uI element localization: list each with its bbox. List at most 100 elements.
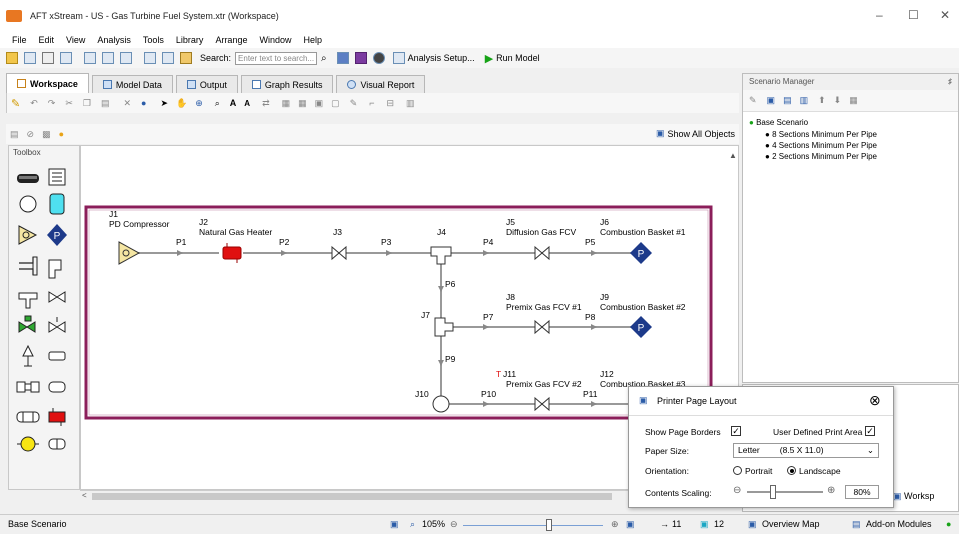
junction-j9-pump[interactable]: P xyxy=(630,316,652,338)
pipe-tool-icon[interactable] xyxy=(17,174,39,183)
scenario-child-item[interactable]: ● 8 Sections Minimum Per Pipe xyxy=(765,130,877,139)
scaling-value-field[interactable]: 80% xyxy=(845,485,879,499)
menu-help[interactable]: Help xyxy=(303,35,322,45)
reverse-icon[interactable]: ⇄ xyxy=(262,98,270,109)
tee-tool-icon[interactable] xyxy=(18,292,38,309)
volume-tool-icon[interactable] xyxy=(19,195,37,213)
area-change-tool-icon[interactable] xyxy=(16,381,40,393)
scenario-tree-icon[interactable]: ▣ xyxy=(767,95,776,106)
scaling-slider-thumb[interactable] xyxy=(770,485,776,499)
menu-arrange[interactable]: Arrange xyxy=(215,35,247,45)
filter-icon[interactable]: ⊘ xyxy=(27,129,35,140)
undo-icon[interactable]: ↶ xyxy=(30,98,38,109)
spray-tool-icon[interactable] xyxy=(16,411,40,423)
zoom-in-status-icon[interactable]: ⊕ xyxy=(611,519,619,530)
addon-modules-button[interactable]: Add-on Modules xyxy=(866,519,932,529)
cut-icon[interactable]: ✂ xyxy=(65,98,73,109)
pointer-icon[interactable]: ➤ xyxy=(160,98,168,109)
tab-model-data[interactable]: Model Data xyxy=(91,75,173,93)
arrange-icon[interactable]: ▥ xyxy=(406,98,415,109)
search-input[interactable]: Enter text to search... xyxy=(235,51,318,65)
magnifier-icon[interactable]: ⌕ xyxy=(410,519,415,530)
screen-tool-icon[interactable] xyxy=(48,438,66,450)
show-page-borders-checkbox[interactable]: ✓ xyxy=(731,426,741,436)
menu-tools[interactable]: Tools xyxy=(143,35,164,45)
open-folder-icon[interactable] xyxy=(6,52,18,64)
copy-icon[interactable]: ❐ xyxy=(83,98,91,109)
save-icon[interactable] xyxy=(24,52,36,64)
addon-icon[interactable]: ▤ xyxy=(852,519,861,530)
show-all-objects-button[interactable]: ▣ Show All Objects xyxy=(656,128,735,139)
search-icon[interactable]: ⌕ xyxy=(321,53,327,64)
zoom-slider-thumb[interactable] xyxy=(546,519,552,531)
scenario-props-icon[interactable]: ▥ xyxy=(800,95,809,106)
menu-edit[interactable]: Edit xyxy=(39,35,55,45)
copy-model-icon[interactable] xyxy=(60,52,72,64)
control-valve-tool-icon[interactable] xyxy=(18,315,36,333)
junction-j11-valve[interactable] xyxy=(534,396,550,412)
grid-hash-icon[interactable] xyxy=(354,52,367,64)
lightbulb-icon[interactable]: ● xyxy=(59,129,64,139)
zoom-in-icon[interactable]: ⊕ xyxy=(827,485,835,496)
minimize-button[interactable]: – xyxy=(876,8,883,22)
tab-workspace[interactable]: Workspace xyxy=(6,73,89,93)
scroll-left-icon[interactable]: < xyxy=(82,491,87,500)
heat-exchanger-tool-icon[interactable] xyxy=(48,408,66,426)
pin-icon[interactable]: ♯ xyxy=(948,74,952,90)
tab-graph-results[interactable]: Graph Results xyxy=(240,75,334,93)
paper-size-select[interactable]: Letter (8.5 X 11.0) ⌄ xyxy=(733,443,879,458)
run-model-button[interactable]: Run Model xyxy=(496,53,540,63)
paste-icon[interactable]: ▤ xyxy=(101,98,110,109)
tab-output[interactable]: Output xyxy=(175,75,238,93)
select-icon[interactable]: ● xyxy=(141,98,146,108)
grid-icon[interactable] xyxy=(162,52,174,64)
font-increase-icon[interactable]: A xyxy=(230,98,237,108)
close-button[interactable]: ✕ xyxy=(940,8,950,22)
hierarchy-icon[interactable] xyxy=(144,52,156,64)
overview-map-button[interactable]: Overview Map xyxy=(762,519,820,529)
delete-icon[interactable]: ✕ xyxy=(123,98,131,109)
valve-tool-icon[interactable] xyxy=(48,291,66,303)
check-valve-tool-icon[interactable] xyxy=(48,317,66,333)
fit-page-icon[interactable]: ▣ xyxy=(626,519,635,530)
split-horizontal-icon[interactable] xyxy=(120,52,132,64)
analysis-setup-button[interactable]: Analysis Setup... xyxy=(408,53,475,63)
orifice-tool-icon[interactable] xyxy=(48,381,66,393)
group-icon[interactable]: ▣ xyxy=(315,98,324,109)
annotation-tool-icon[interactable] xyxy=(48,168,66,186)
close-circle-icon[interactable]: ⊗ xyxy=(869,392,881,409)
split-vertical-icon[interactable] xyxy=(102,52,114,64)
layer-icon[interactable]: ▤ xyxy=(10,129,19,140)
scenario-child-item[interactable]: ● 4 Sections Minimum Per Pipe xyxy=(765,141,877,150)
scenario-child-item[interactable]: ● 2 Sections Minimum Per Pipe xyxy=(765,152,877,161)
scroll-up-icon[interactable]: ▲ xyxy=(729,151,737,160)
portrait-radio[interactable] xyxy=(733,466,742,475)
landscape-radio[interactable] xyxy=(787,466,796,475)
junction-j4-tee[interactable] xyxy=(430,246,452,265)
ungroup-icon[interactable]: ▢ xyxy=(331,98,340,109)
notes-icon[interactable] xyxy=(180,52,192,64)
menu-analysis[interactable]: Analysis xyxy=(97,35,131,45)
overview-map-icon[interactable]: ▣ xyxy=(748,519,757,530)
junction-j7-tee[interactable] xyxy=(434,317,454,337)
scaling-slider-track[interactable] xyxy=(747,491,823,493)
junction-j10-volume[interactable] xyxy=(432,395,450,413)
zoom-slider-track[interactable] xyxy=(463,525,603,526)
pipe-drawing-icon[interactable]: ⌐ xyxy=(369,98,374,108)
junction-j3-valve[interactable] xyxy=(331,245,347,261)
redo-icon[interactable]: ↷ xyxy=(48,98,56,109)
junction-j5-valve[interactable] xyxy=(534,245,550,261)
user-defined-print-area-checkbox[interactable]: ✓ xyxy=(865,426,875,436)
zoom-out-status-icon[interactable]: ⊖ xyxy=(450,519,458,530)
relief-valve-tool-icon[interactable] xyxy=(22,344,34,367)
gear-icon[interactable] xyxy=(372,52,385,64)
align-middle-icon[interactable]: ▦ xyxy=(298,98,307,109)
pipe-fitting-tool-icon[interactable] xyxy=(19,256,38,276)
scenario-menu-icon[interactable]: ▦ xyxy=(849,95,858,106)
scrollbar-thumb[interactable] xyxy=(92,493,612,500)
scenario-base-item[interactable]: ● Base Scenario xyxy=(749,118,808,127)
scenario-copy-icon[interactable]: ▤ xyxy=(783,95,792,106)
maximize-button[interactable]: ☐ xyxy=(908,8,919,22)
junction-j2-heater[interactable] xyxy=(222,243,242,263)
tank-tool-icon[interactable] xyxy=(49,193,65,215)
